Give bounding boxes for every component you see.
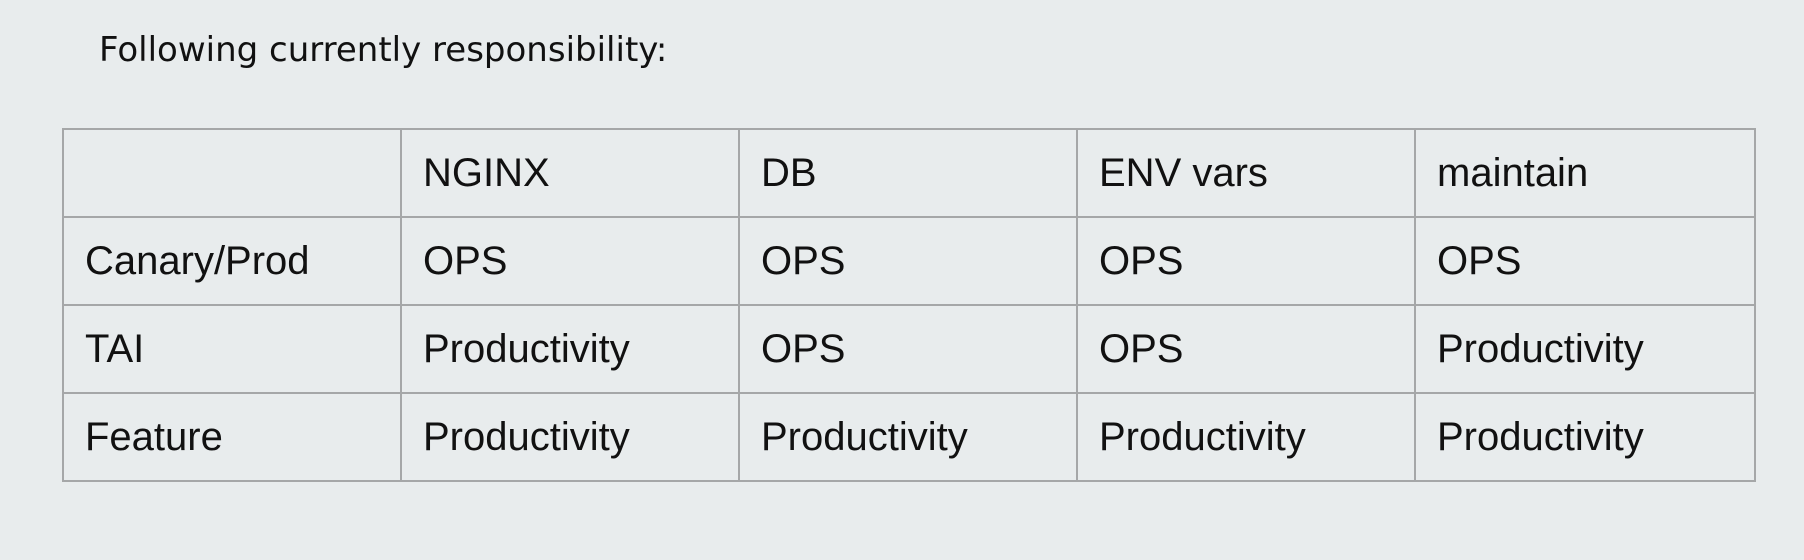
table-cell: OPS	[738, 216, 1078, 306]
table-cell: Productivity	[400, 392, 740, 482]
header-cell-nginx: NGINX	[400, 128, 740, 218]
table-cell: OPS	[738, 304, 1078, 394]
header-cell-env-vars: ENV vars	[1076, 128, 1416, 218]
header-cell-db: DB	[738, 128, 1078, 218]
table-cell: Productivity	[1414, 304, 1756, 394]
row-label-cell: TAI	[62, 304, 402, 394]
table-row: TAI Productivity OPS OPS Productivity	[62, 304, 1756, 394]
table-cell: Productivity	[738, 392, 1078, 482]
intro-text: Following currently responsibility:	[99, 30, 668, 70]
table-cell: OPS	[400, 216, 740, 306]
table-header-row: NGINX DB ENV vars maintain	[62, 128, 1756, 218]
header-cell-corner	[62, 128, 402, 218]
row-label-cell: Feature	[62, 392, 402, 482]
table-row: Feature Productivity Productivity Produc…	[62, 392, 1756, 482]
row-label-cell: Canary/Prod	[62, 216, 402, 306]
table-cell: OPS	[1414, 216, 1756, 306]
table-cell: Productivity	[1414, 392, 1756, 482]
table-row: Canary/Prod OPS OPS OPS OPS	[62, 216, 1756, 306]
header-cell-maintain: maintain	[1414, 128, 1756, 218]
table-cell: Productivity	[400, 304, 740, 394]
responsibility-table: NGINX DB ENV vars maintain Canary/Prod O…	[62, 128, 1756, 482]
table-cell: OPS	[1076, 216, 1416, 306]
table-cell: OPS	[1076, 304, 1416, 394]
table-cell: Productivity	[1076, 392, 1416, 482]
